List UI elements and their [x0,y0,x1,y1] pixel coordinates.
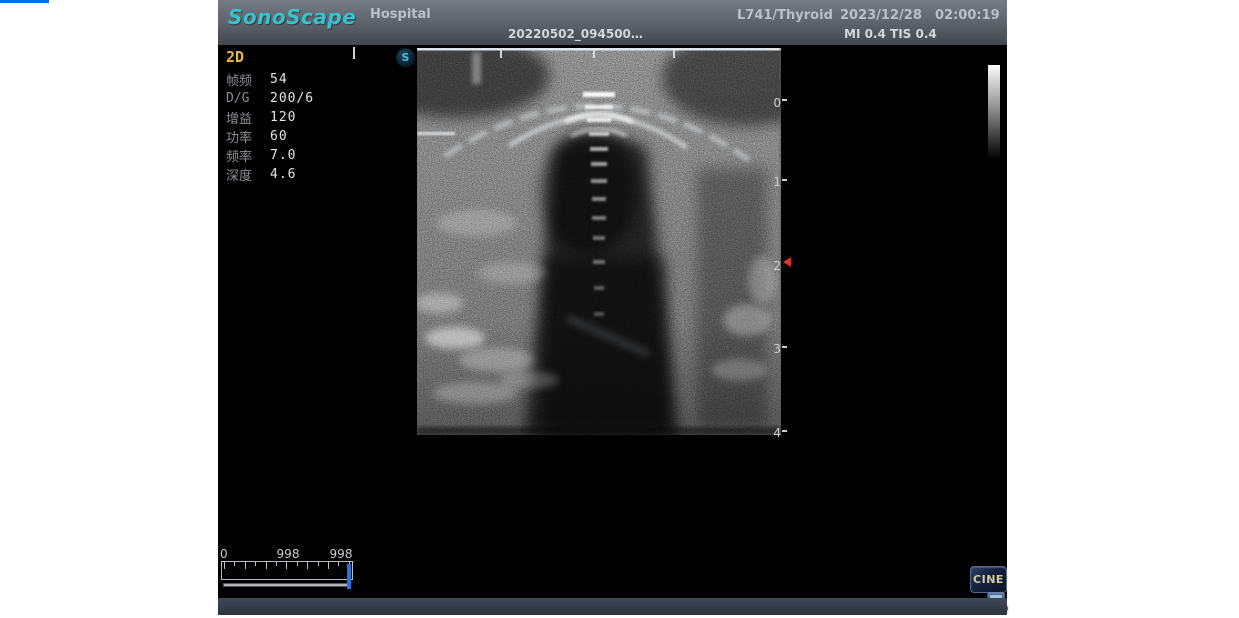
depth-label-4: 4 [767,426,781,440]
ruler-tick [328,562,329,569]
param-label: 频率 [226,146,270,165]
depth-scale: 0 1 2 3 4 [758,48,798,408]
depth-label-1: 1 [767,175,781,189]
mi-tis-indices: MI 0.4 TIS 0.4 [844,27,937,41]
ruler-tick [245,562,246,569]
focus-position-marker[interactable] [783,257,791,267]
probe-preset: L741/Thyroid [737,8,833,23]
ruler-tick [307,562,308,569]
grayscale-map-bar [988,65,1000,161]
ruler-tick [234,562,235,566]
param-row-depth: 深度 4.6 [226,165,314,184]
ruler-tick [255,562,256,566]
param-row-power: 功率 60 [226,127,314,146]
param-label: 增益 [226,108,270,127]
depth-tick [782,179,787,181]
depth-tick [782,430,787,432]
cine-total-frames: 998 [323,547,359,561]
mode-label: 2D [226,48,314,66]
browser-loading-strip [0,0,49,3]
param-label: 深度 [226,165,270,184]
param-label: 帧频 [226,70,270,89]
ruler-tick [224,562,225,569]
cine-button[interactable]: CINE [970,566,1007,593]
ultrasound-app-window: SonoScape Hospital L741/Thyroid 2023/12/… [218,0,1007,615]
depth-label-0: 0 [767,96,781,110]
param-row-frequency: 频率 7.0 [226,146,314,165]
hospital-name: Hospital [370,7,431,22]
ruler-tick [286,562,287,569]
ruler-tick [276,562,277,566]
param-row-framerate: 帧频 54 [226,70,314,89]
depth-tick [782,99,787,101]
system-time: 02:00:19 [935,8,1000,23]
depth-tick [782,346,787,348]
param-row-gain: 增益 120 [226,108,314,127]
cine-start-frame: 0 [220,547,228,561]
cine-progress-bar [223,583,348,587]
depth-label-2: 2 [767,259,781,273]
s-logo-icon: S [397,49,414,66]
exam-id: 20220502_094500… [508,27,618,41]
param-value: 7.0 [270,148,296,163]
title-bar: SonoScape Hospital L741/Thyroid 2023/12/… [218,0,1007,45]
param-value: 200/6 [270,91,314,106]
param-value: 4.6 [270,167,296,182]
param-label: D/G [226,91,270,106]
ruler-tick [318,562,319,566]
param-value: 60 [270,129,288,144]
param-label: 功率 [226,127,270,146]
cine-current-frame: 998 [270,547,306,561]
cine-ruler[interactable] [221,561,353,580]
bottom-status-bar [218,598,1007,615]
acquisition-parameters: 2D 帧频 54 D/G 200/6 增益 120 功率 60 频率 7.0 深… [226,48,314,184]
sonoscape-logo: SonoScape [228,5,356,29]
param-row-dg: D/G 200/6 [226,89,314,108]
depth-label-3: 3 [767,342,781,356]
ruler-tick [266,562,267,569]
param-value: 120 [270,110,296,125]
param-value: 54 [270,72,288,87]
cine-position-marker[interactable] [347,564,351,589]
ruler-tick [297,562,298,566]
probe-orientation-marker [353,47,355,59]
ruler-tick [338,562,339,566]
system-date: 2023/12/28 [840,8,922,23]
ultrasound-image[interactable] [417,48,781,435]
cine-scrubber[interactable]: 0 998 998 [220,547,360,593]
